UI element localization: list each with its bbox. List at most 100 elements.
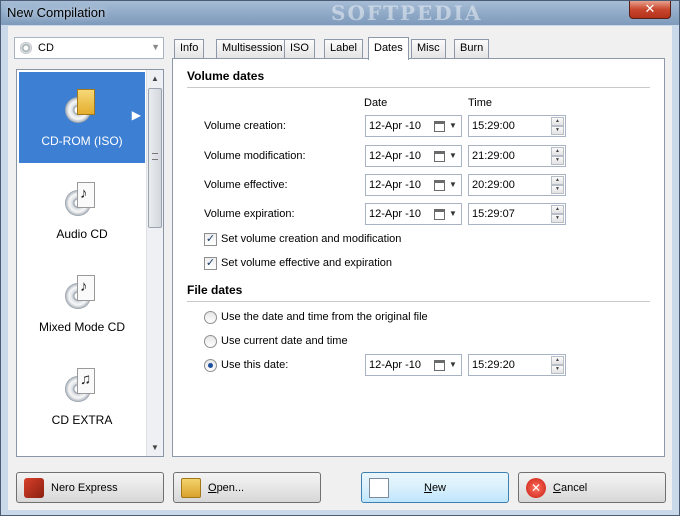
list-item-label: Mixed Mode CD — [38, 320, 126, 334]
calendar-icon[interactable] — [434, 180, 445, 191]
file-time-field[interactable]: 15:29:20 ▲ ▼ — [468, 354, 566, 376]
original-file-date-label: Use the date and time from the original … — [221, 311, 428, 323]
set-creation-modification-checkbox[interactable]: ✓ — [204, 233, 217, 246]
volume-modification-time[interactable]: 21:29:00 ▲ ▼ — [468, 145, 566, 167]
date-value: 12-Apr -10 — [369, 208, 421, 220]
time-spinner[interactable]: ▲ ▼ — [551, 117, 564, 135]
volume-effective-label: Volume effective: — [204, 179, 288, 191]
list-item-label: CD EXTRA — [51, 413, 113, 427]
time-value: 15:29:00 — [472, 120, 515, 132]
date-value: 12-Apr -10 — [369, 120, 421, 132]
volume-creation-date[interactable]: 12-Apr -10 ▼ — [365, 115, 462, 137]
date-value: 12-Apr -10 — [369, 359, 421, 371]
tab-multisession[interactable]: Multisession — [216, 39, 289, 58]
dates-panel: Volume dates Date Time Volume creation: … — [172, 58, 665, 457]
time-value: 15:29:20 — [472, 359, 515, 371]
chevron-down-icon[interactable]: ▼ — [449, 151, 457, 160]
open-button[interactable]: Open... — [173, 472, 321, 503]
dialog-client: CD ▼ CD-ROM (ISO) ▶ ♪ Audio CD ♪ Mixed M… — [8, 26, 672, 510]
tab-misc[interactable]: Misc — [411, 39, 446, 58]
calendar-icon[interactable] — [434, 121, 445, 132]
compilation-type-list[interactable]: CD-ROM (ISO) ▶ ♪ Audio CD ♪ Mixed Mode C… — [16, 69, 164, 457]
close-button[interactable]: ✕ — [629, 1, 671, 19]
new-button[interactable]: New — [361, 472, 509, 503]
chevron-down-icon: ▼ — [151, 42, 160, 52]
file-date-field[interactable]: 12-Apr -10 ▼ — [365, 354, 462, 376]
tab-dates[interactable]: Dates — [368, 37, 409, 60]
calendar-icon[interactable] — [434, 360, 445, 371]
time-value: 21:29:00 — [472, 150, 515, 162]
open-folder-icon — [181, 478, 201, 498]
calendar-icon[interactable] — [434, 209, 445, 220]
nero-express-button[interactable]: Nero Express — [16, 472, 164, 503]
divider — [187, 87, 650, 88]
date-value: 12-Apr -10 — [369, 179, 421, 191]
list-item-label: Audio CD — [56, 227, 108, 241]
chevron-down-icon[interactable]: ▼ — [449, 121, 457, 130]
volume-expiration-time[interactable]: 15:29:07 ▲ ▼ — [468, 203, 566, 225]
list-item-audio-cd[interactable]: ♪ Audio CD — [19, 165, 145, 256]
audio-cd-icon: ♪ — [65, 182, 99, 216]
volume-expiration-date[interactable]: 12-Apr -10 ▼ — [365, 203, 462, 225]
cd-rom-iso-icon — [65, 89, 99, 123]
file-dates-heading: File dates — [187, 283, 243, 297]
volume-modification-label: Volume modification: — [204, 150, 306, 162]
mixed-mode-cd-icon: ♪ — [65, 275, 99, 309]
scroll-up-icon[interactable]: ▲ — [147, 70, 163, 87]
scroll-down-icon[interactable]: ▼ — [147, 439, 163, 456]
new-compilation-window: New Compilation SOFTPEDIA ✕ CD ▼ CD-ROM … — [0, 0, 680, 516]
button-label: Cancel — [553, 482, 588, 494]
time-spinner[interactable]: ▲ ▼ — [551, 205, 564, 223]
tab-info[interactable]: Info — [174, 39, 205, 58]
use-this-date-radio[interactable] — [204, 359, 217, 372]
chevron-right-icon: ▶ — [131, 108, 141, 122]
set-effective-expiration-label: Set volume effective and expiration — [221, 257, 393, 269]
set-effective-expiration-checkbox[interactable]: ✓ — [204, 257, 217, 270]
volume-dates-heading: Volume dates — [187, 69, 265, 83]
divider — [187, 301, 650, 302]
cd-extra-icon: ♫ — [65, 368, 99, 402]
watermark: SOFTPEDIA — [331, 1, 483, 25]
volume-creation-label: Volume creation: — [204, 120, 286, 132]
time-value: 20:29:00 — [472, 179, 515, 191]
chevron-down-icon[interactable]: ▼ — [449, 209, 457, 218]
chevron-down-icon[interactable]: ▼ — [449, 180, 457, 189]
window-title: New Compilation — [7, 5, 106, 20]
list-item-cd-rom-iso[interactable]: CD-ROM (ISO) ▶ — [19, 72, 145, 163]
close-icon: ✕ — [644, 1, 656, 16]
original-file-date-radio[interactable] — [204, 311, 217, 324]
volume-effective-time[interactable]: 20:29:00 ▲ ▼ — [468, 174, 566, 196]
current-date-label: Use current date and time — [221, 335, 348, 347]
cancel-button[interactable]: ✕ Cancel — [518, 472, 666, 503]
time-spinner[interactable]: ▲ ▼ — [551, 147, 564, 165]
nero-express-icon — [24, 478, 44, 498]
volume-effective-date[interactable]: 12-Apr -10 ▼ — [365, 174, 462, 196]
tab-iso[interactable]: ISO — [284, 39, 315, 58]
date-column-header: Date — [364, 97, 388, 109]
cancel-icon: ✕ — [526, 478, 546, 498]
time-column-header: Time — [468, 97, 493, 109]
list-scrollbar[interactable]: ▲ ▼ — [146, 70, 163, 456]
chevron-down-icon[interactable]: ▼ — [449, 360, 457, 369]
volume-creation-time[interactable]: 15:29:00 ▲ ▼ — [468, 115, 566, 137]
set-creation-modification-label: Set volume creation and modification — [221, 233, 402, 245]
time-value: 15:29:07 — [472, 208, 515, 220]
tab-burn[interactable]: Burn — [454, 39, 490, 58]
volume-expiration-label: Volume expiration: — [204, 208, 295, 220]
list-item-cd-extra[interactable]: ♫ CD EXTRA — [19, 351, 145, 442]
use-this-date-label: Use this date: — [221, 359, 289, 371]
media-type-select[interactable]: CD ▼ — [14, 37, 164, 59]
title-bar[interactable]: New Compilation SOFTPEDIA ✕ — [1, 1, 679, 25]
current-date-radio[interactable] — [204, 335, 217, 348]
tab-label[interactable]: Label — [324, 39, 363, 58]
button-label: Open... — [208, 482, 245, 494]
list-item-mixed-mode-cd[interactable]: ♪ Mixed Mode CD — [19, 258, 145, 349]
button-label: New — [423, 482, 446, 494]
list-item-label: CD-ROM (ISO) — [41, 134, 123, 148]
time-spinner[interactable]: ▲ ▼ — [551, 176, 564, 194]
volume-modification-date[interactable]: 12-Apr -10 ▼ — [365, 145, 462, 167]
calendar-icon[interactable] — [434, 151, 445, 162]
time-spinner[interactable]: ▲ ▼ — [551, 356, 564, 374]
media-type-value: CD — [38, 42, 54, 54]
scroll-thumb[interactable] — [148, 88, 162, 228]
